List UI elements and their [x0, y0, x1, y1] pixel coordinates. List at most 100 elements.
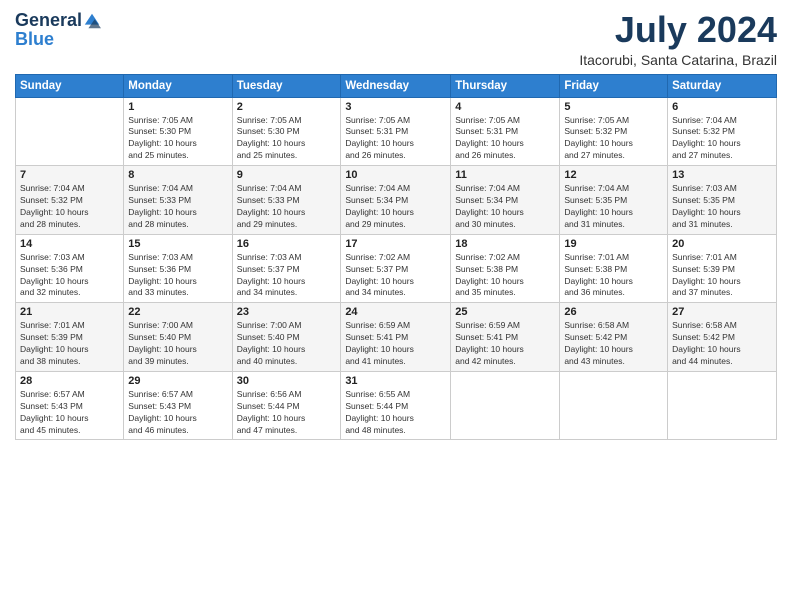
- day-info: Sunrise: 7:01 AM Sunset: 5:39 PM Dayligh…: [20, 320, 119, 368]
- calendar-header-saturday: Saturday: [668, 74, 777, 97]
- calendar-cell: 19 Sunrise: 7:01 AM Sunset: 5:38 PM Dayli…: [560, 234, 668, 303]
- calendar-cell: 6 Sunrise: 7:04 AM Sunset: 5:32 PM Daylig…: [668, 97, 777, 166]
- day-number: 28: [20, 375, 119, 387]
- day-number: 13: [672, 169, 772, 181]
- calendar-cell: [451, 371, 560, 440]
- day-number: 21: [20, 306, 119, 318]
- day-number: 29: [128, 375, 227, 387]
- calendar-cell: 9 Sunrise: 7:04 AM Sunset: 5:33 PM Daylig…: [232, 166, 341, 235]
- day-info: Sunrise: 6:57 AM Sunset: 5:43 PM Dayligh…: [128, 389, 227, 437]
- day-info: Sunrise: 6:58 AM Sunset: 5:42 PM Dayligh…: [564, 320, 663, 368]
- page: General Blue July 2024 Itacorubi, Santa …: [0, 0, 792, 612]
- day-number: 24: [345, 306, 446, 318]
- calendar-cell: 22Sunrise: 7:00 AM Sunset: 5:40 PM Dayli…: [124, 303, 232, 372]
- calendar-header-monday: Monday: [124, 74, 232, 97]
- day-info: Sunrise: 7:00 AM Sunset: 5:40 PM Dayligh…: [128, 320, 227, 368]
- day-info: Sunrise: 7:01 AM Sunset: 5:38 PM Dayligh…: [564, 252, 663, 300]
- day-number: 14: [20, 238, 119, 250]
- calendar-cell: 5Sunrise: 7:05 AM Sunset: 5:32 PM Daylig…: [560, 97, 668, 166]
- day-info: Sunrise: 6:57 AM Sunset: 5:43 PM Dayligh…: [20, 389, 119, 437]
- day-info: Sunrise: 7:02 AM Sunset: 5:37 PM Dayligh…: [345, 252, 446, 300]
- calendar-header-row: SundayMondayTuesdayWednesdayThursdayFrid…: [16, 74, 777, 97]
- day-info: Sunrise: 7:05 AM Sunset: 5:30 PM Dayligh…: [237, 115, 337, 163]
- day-info: Sunrise: 7:05 AM Sunset: 5:31 PM Dayligh…: [455, 115, 555, 163]
- day-number: 30: [237, 375, 337, 387]
- calendar-week-1: 1 Sunrise: 7:05 AM Sunset: 5:30 PM Daylig…: [16, 97, 777, 166]
- calendar-cell: 7 Sunrise: 7:04 AM Sunset: 5:32 PM Daylig…: [16, 166, 124, 235]
- day-info: Sunrise: 7:02 AM Sunset: 5:38 PM Dayligh…: [455, 252, 555, 300]
- calendar-cell: 20 Sunrise: 7:01 AM Sunset: 5:39 PM Dayli…: [668, 234, 777, 303]
- day-info: Sunrise: 7:03 AM Sunset: 5:36 PM Dayligh…: [128, 252, 227, 300]
- calendar-week-4: 21 Sunrise: 7:01 AM Sunset: 5:39 PM Dayli…: [16, 303, 777, 372]
- title-location: Itacorubi, Santa Catarina, Brazil: [579, 52, 777, 68]
- calendar-week-3: 14 Sunrise: 7:03 AM Sunset: 5:36 PM Dayli…: [16, 234, 777, 303]
- day-info: Sunrise: 7:03 AM Sunset: 5:37 PM Dayligh…: [237, 252, 337, 300]
- day-info: Sunrise: 7:01 AM Sunset: 5:39 PM Dayligh…: [672, 252, 772, 300]
- logo: General Blue: [15, 10, 101, 50]
- calendar-cell: 1 Sunrise: 7:05 AM Sunset: 5:30 PM Daylig…: [124, 97, 232, 166]
- calendar-cell: 26Sunrise: 6:58 AM Sunset: 5:42 PM Dayli…: [560, 303, 668, 372]
- day-info: Sunrise: 7:05 AM Sunset: 5:32 PM Dayligh…: [564, 115, 663, 163]
- day-number: 31: [345, 375, 446, 387]
- day-info: Sunrise: 7:04 AM Sunset: 5:33 PM Dayligh…: [237, 183, 337, 231]
- day-info: Sunrise: 7:05 AM Sunset: 5:31 PM Dayligh…: [345, 115, 446, 163]
- calendar-cell: 21 Sunrise: 7:01 AM Sunset: 5:39 PM Dayli…: [16, 303, 124, 372]
- day-number: 20: [672, 238, 772, 250]
- day-info: Sunrise: 7:04 AM Sunset: 5:35 PM Dayligh…: [564, 183, 663, 231]
- day-info: Sunrise: 7:04 AM Sunset: 5:34 PM Dayligh…: [455, 183, 555, 231]
- title-month: July 2024: [579, 10, 777, 50]
- header: General Blue July 2024 Itacorubi, Santa …: [15, 10, 777, 68]
- calendar-cell: 4 Sunrise: 7:05 AM Sunset: 5:31 PM Daylig…: [451, 97, 560, 166]
- day-info: Sunrise: 7:03 AM Sunset: 5:36 PM Dayligh…: [20, 252, 119, 300]
- day-number: 12: [564, 169, 663, 181]
- day-info: Sunrise: 7:05 AM Sunset: 5:30 PM Dayligh…: [128, 115, 227, 163]
- day-number: 2: [237, 101, 337, 113]
- calendar-cell: 25Sunrise: 6:59 AM Sunset: 5:41 PM Dayli…: [451, 303, 560, 372]
- calendar-cell: 27Sunrise: 6:58 AM Sunset: 5:42 PM Dayli…: [668, 303, 777, 372]
- calendar-cell: 15Sunrise: 7:03 AM Sunset: 5:36 PM Dayli…: [124, 234, 232, 303]
- day-info: Sunrise: 7:04 AM Sunset: 5:33 PM Dayligh…: [128, 183, 227, 231]
- day-number: 19: [564, 238, 663, 250]
- calendar-cell: [560, 371, 668, 440]
- calendar-cell: 2 Sunrise: 7:05 AM Sunset: 5:30 PM Daylig…: [232, 97, 341, 166]
- day-info: Sunrise: 7:03 AM Sunset: 5:35 PM Dayligh…: [672, 183, 772, 231]
- day-number: 6: [672, 101, 772, 113]
- calendar-cell: 14 Sunrise: 7:03 AM Sunset: 5:36 PM Dayli…: [16, 234, 124, 303]
- calendar-cell: 8 Sunrise: 7:04 AM Sunset: 5:33 PM Daylig…: [124, 166, 232, 235]
- logo-blue: Blue: [15, 29, 54, 49]
- day-number: 16: [237, 238, 337, 250]
- calendar-header-thursday: Thursday: [451, 74, 560, 97]
- calendar-cell: 30 Sunrise: 6:56 AM Sunset: 5:44 PM Dayli…: [232, 371, 341, 440]
- day-info: Sunrise: 6:59 AM Sunset: 5:41 PM Dayligh…: [455, 320, 555, 368]
- calendar-header-sunday: Sunday: [16, 74, 124, 97]
- logo-icon: [83, 12, 101, 30]
- day-number: 11: [455, 169, 555, 181]
- day-info: Sunrise: 7:04 AM Sunset: 5:32 PM Dayligh…: [672, 115, 772, 163]
- day-number: 7: [20, 169, 119, 181]
- day-info: Sunrise: 6:56 AM Sunset: 5:44 PM Dayligh…: [237, 389, 337, 437]
- day-info: Sunrise: 6:59 AM Sunset: 5:41 PM Dayligh…: [345, 320, 446, 368]
- day-number: 18: [455, 238, 555, 250]
- logo-general: General: [15, 10, 82, 31]
- calendar-cell: 17 Sunrise: 7:02 AM Sunset: 5:37 PM Dayli…: [341, 234, 451, 303]
- day-number: 8: [128, 169, 227, 181]
- calendar-week-2: 7 Sunrise: 7:04 AM Sunset: 5:32 PM Daylig…: [16, 166, 777, 235]
- day-info: Sunrise: 7:04 AM Sunset: 5:32 PM Dayligh…: [20, 183, 119, 231]
- calendar-cell: [668, 371, 777, 440]
- calendar-header-tuesday: Tuesday: [232, 74, 341, 97]
- day-number: 23: [237, 306, 337, 318]
- day-info: Sunrise: 7:04 AM Sunset: 5:34 PM Dayligh…: [345, 183, 446, 231]
- calendar-cell: 28 Sunrise: 6:57 AM Sunset: 5:43 PM Dayli…: [16, 371, 124, 440]
- calendar-cell: 13 Sunrise: 7:03 AM Sunset: 5:35 PM Dayli…: [668, 166, 777, 235]
- calendar-week-5: 28 Sunrise: 6:57 AM Sunset: 5:43 PM Dayli…: [16, 371, 777, 440]
- calendar-cell: 16 Sunrise: 7:03 AM Sunset: 5:37 PM Dayli…: [232, 234, 341, 303]
- calendar-cell: 29 Sunrise: 6:57 AM Sunset: 5:43 PM Dayli…: [124, 371, 232, 440]
- calendar-header-friday: Friday: [560, 74, 668, 97]
- day-number: 4: [455, 101, 555, 113]
- day-number: 9: [237, 169, 337, 181]
- day-number: 1: [128, 101, 227, 113]
- calendar-cell: 23Sunrise: 7:00 AM Sunset: 5:40 PM Dayli…: [232, 303, 341, 372]
- calendar-cell: 18 Sunrise: 7:02 AM Sunset: 5:38 PM Dayli…: [451, 234, 560, 303]
- day-number: 17: [345, 238, 446, 250]
- calendar-cell: 12 Sunrise: 7:04 AM Sunset: 5:35 PM Dayli…: [560, 166, 668, 235]
